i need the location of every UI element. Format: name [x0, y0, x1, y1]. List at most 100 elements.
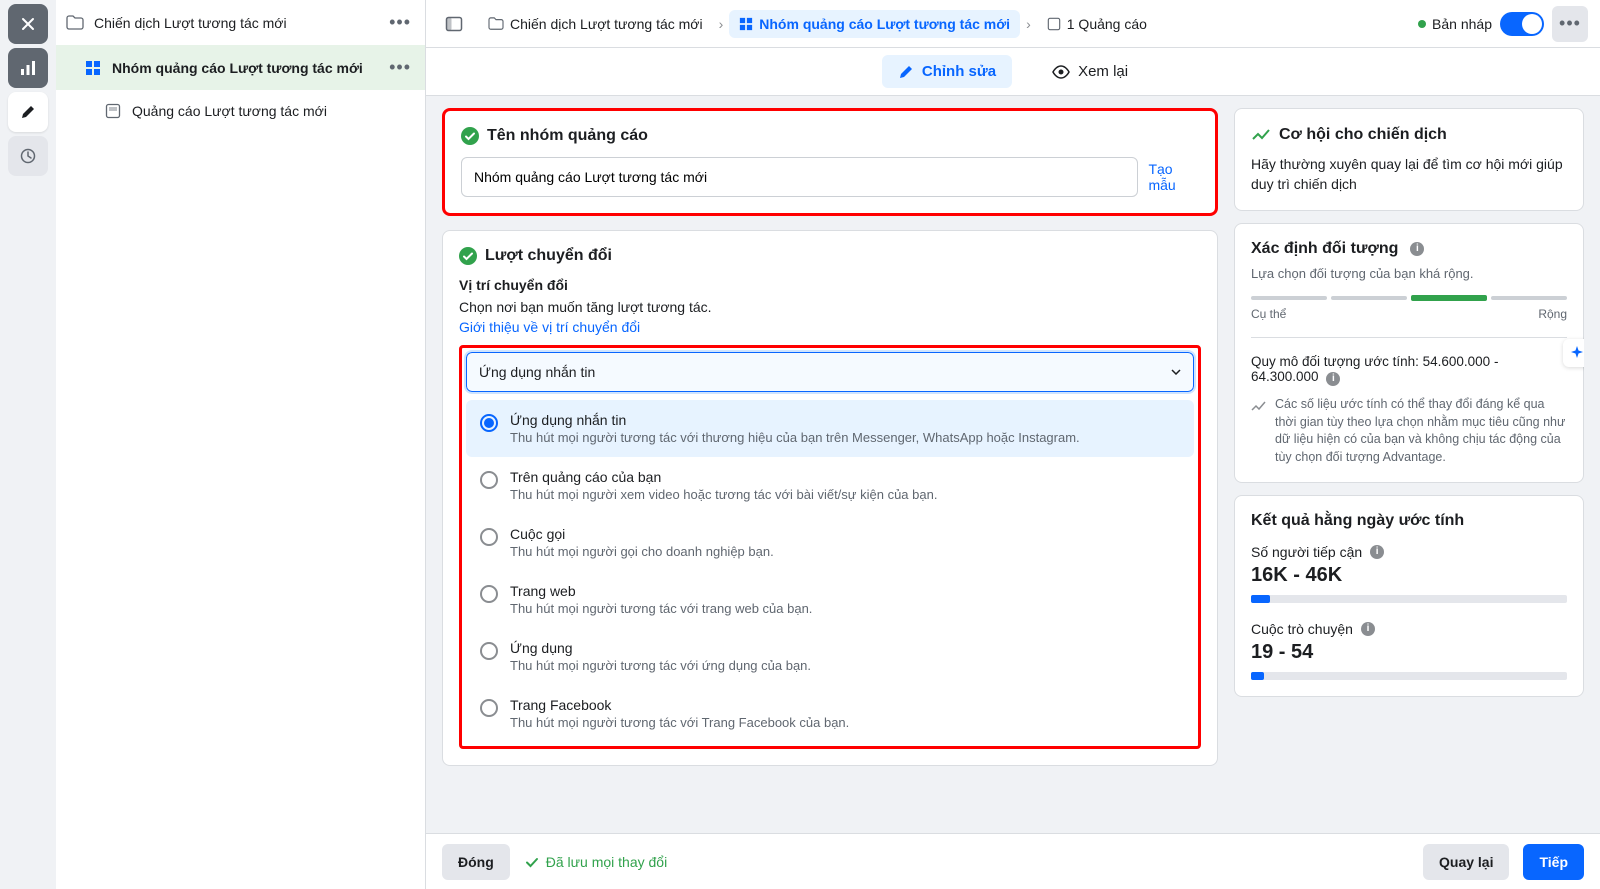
crumb-adset-label: Nhóm quảng cáo Lượt tương tác mới	[759, 16, 1010, 32]
check-circle-icon	[459, 247, 477, 265]
edit-button-rail[interactable]	[8, 92, 48, 132]
x-icon	[20, 16, 36, 32]
tree-adset-label: Nhóm quảng cáo Lượt tương tác mới	[112, 60, 375, 76]
reach-value: 16K - 46K	[1251, 564, 1567, 587]
footer-bar: Đóng Đã lưu mọi thay đổi Quay lại Tiếp	[426, 833, 1600, 889]
daily-results-card: Kết quả hằng ngày ước tính Số người tiếp…	[1234, 495, 1584, 697]
radio-icon	[480, 699, 498, 717]
adset-name-input[interactable]	[461, 157, 1138, 197]
conv-location-help: Chọn nơi bạn muốn tăng lượt tương tác.	[459, 299, 1201, 315]
crumb-campaign-label: Chiến dịch Lượt tương tác mới	[510, 16, 703, 32]
conv-location-select[interactable]: Ứng dụng nhắn tin	[466, 352, 1194, 392]
audience-subtitle: Lựa chọn đối tượng của bạn khá rộng.	[1251, 266, 1567, 281]
gauge-left-label: Cụ thể	[1251, 307, 1286, 321]
option-desc: Thu hút mọi người tương tác với ứng dụng…	[510, 658, 811, 673]
radio-icon	[480, 414, 498, 432]
edit-tabs: Chỉnh sửa Xem lại	[426, 48, 1600, 96]
gauge-right-label: Rộng	[1538, 307, 1567, 321]
audience-card: Xác định đối tượng i Lựa chọn đối tượng …	[1234, 223, 1584, 483]
conversion-title: Lượt chuyển đổi	[485, 247, 612, 265]
info-icon[interactable]: i	[1410, 242, 1424, 256]
conv-location-option[interactable]: Trang web Thu hút mọi người tương tác với…	[466, 571, 1194, 628]
audience-gauge	[1251, 295, 1567, 301]
trend-icon	[1251, 125, 1271, 145]
conv-location-label: Vị trí chuyển đổi	[459, 277, 1201, 293]
tab-review[interactable]: Xem lại	[1036, 55, 1144, 88]
folder-icon	[488, 17, 504, 31]
caret-down-icon	[1171, 369, 1181, 375]
trend-icon	[1251, 398, 1267, 414]
opportunity-card: Cơ hội cho chiến dịch Hãy thường xuyên q…	[1234, 108, 1584, 211]
sparkle-icon	[1569, 345, 1584, 361]
conv-location-learn-link[interactable]: Giới thiệu về vị trí chuyển đổi	[459, 319, 1201, 335]
option-title: Trang Facebook	[510, 697, 849, 713]
option-title: Ứng dụng	[510, 640, 811, 656]
analytics-button[interactable]	[8, 48, 48, 88]
status-draft-label: Bản nháp	[1432, 16, 1492, 32]
saved-status: Đã lưu mọi thay đổi	[524, 854, 667, 870]
topbar-more-button[interactable]: •••	[1552, 6, 1588, 42]
option-title: Cuộc gọi	[510, 526, 774, 542]
option-desc: Thu hút mọi người gọi cho doanh nghiệp b…	[510, 544, 774, 559]
option-desc: Thu hút mọi người tương tác với Trang Fa…	[510, 715, 849, 730]
pencil-icon	[20, 104, 36, 120]
ai-sparkle-badge[interactable]	[1563, 339, 1584, 367]
history-button[interactable]	[8, 136, 48, 176]
option-desc: Thu hút mọi người tương tác với trang we…	[510, 601, 812, 616]
crumb-adset[interactable]: Nhóm quảng cáo Lượt tương tác mới	[729, 10, 1020, 38]
breadcrumb: Chiến dịch Lượt tương tác mới › Nhóm quả…	[478, 10, 1410, 38]
reach-label: Số người tiếp cận	[1251, 544, 1362, 560]
next-button[interactable]: Tiếp	[1523, 844, 1584, 880]
tree-campaign-more[interactable]: •••	[385, 12, 415, 33]
saved-status-label: Đã lưu mọi thay đổi	[546, 854, 667, 870]
eye-icon	[1052, 65, 1070, 79]
folder-icon	[66, 14, 84, 32]
panel-toggle[interactable]	[438, 8, 470, 40]
tab-review-label: Xem lại	[1078, 63, 1128, 80]
create-template-link[interactable]: Tạo mẫu	[1148, 161, 1199, 193]
check-circle-icon	[461, 127, 479, 145]
ad-icon	[104, 102, 122, 120]
tree-adset-more[interactable]: •••	[385, 57, 415, 78]
daily-results-title: Kết quả hằng ngày ước tính	[1251, 512, 1464, 530]
bar-chart-icon	[19, 59, 37, 77]
option-title: Trên quảng cáo của bạn	[510, 469, 937, 485]
crumb-ads-label: 1 Quảng cáo	[1067, 16, 1147, 32]
close-button[interactable]	[8, 4, 48, 44]
tab-edit[interactable]: Chỉnh sửa	[882, 55, 1012, 88]
crumb-ads[interactable]: 1 Quảng cáo	[1037, 10, 1157, 38]
conv-value: 19 - 54	[1251, 641, 1567, 664]
opportunity-text: Hãy thường xuyên quay lại để tìm cơ hội …	[1251, 155, 1567, 194]
info-icon[interactable]: i	[1361, 622, 1375, 636]
conv-location-option[interactable]: Ứng dụng nhắn tinThu hút mọi người tương…	[466, 400, 1194, 457]
status-draft: Bản nháp	[1418, 16, 1492, 32]
check-icon	[524, 854, 540, 870]
tree-campaign-label: Chiến dịch Lượt tương tác mới	[94, 15, 375, 31]
conv-location-option[interactable]: Trên quảng cáo của bạnThu hút mọi người …	[466, 457, 1194, 514]
campaign-tree: Chiến dịch Lượt tương tác mới ••• Nhóm q…	[56, 0, 426, 889]
tab-edit-label: Chỉnh sửa	[922, 63, 996, 80]
tree-ad[interactable]: Quảng cáo Lượt tương tác mới	[56, 90, 425, 132]
tree-ad-label: Quảng cáo Lượt tương tác mới	[132, 103, 415, 119]
radio-icon	[480, 585, 498, 603]
crumb-campaign[interactable]: Chiến dịch Lượt tương tác mới	[478, 10, 713, 38]
chevron-right-icon: ›	[1026, 16, 1031, 32]
campaign-toggle[interactable]	[1500, 12, 1544, 36]
option-title: Trang web	[510, 583, 812, 599]
info-icon[interactable]: i	[1326, 372, 1340, 386]
info-icon[interactable]: i	[1370, 545, 1384, 559]
conv-location-option[interactable]: Ứng dụng Thu hút mọi người tương tác với …	[466, 628, 1194, 685]
tree-campaign[interactable]: Chiến dịch Lượt tương tác mới •••	[56, 0, 425, 45]
top-bar: Chiến dịch Lượt tương tác mới › Nhóm quả…	[426, 0, 1600, 48]
audience-size-note: Các số liệu ước tính có thể thay đổi đán…	[1275, 396, 1567, 466]
opportunity-title: Cơ hội cho chiến dịch	[1279, 126, 1447, 144]
grid-icon	[739, 17, 753, 31]
option-title: Ứng dụng nhắn tin	[510, 412, 1080, 428]
close-button-footer[interactable]: Đóng	[442, 844, 510, 880]
conv-location-option[interactable]: Cuộc gọi Thu hút mọi người gọi cho doanh …	[466, 514, 1194, 571]
tree-adset[interactable]: Nhóm quảng cáo Lượt tương tác mới •••	[56, 45, 425, 90]
conv-location-option[interactable]: Trang Facebook Thu hút mọi người tương tá…	[466, 685, 1194, 742]
audience-size-label: Quy mô đối tượng ước tính:	[1251, 354, 1419, 369]
back-button[interactable]: Quay lại	[1423, 844, 1509, 880]
panel-icon	[445, 15, 463, 33]
